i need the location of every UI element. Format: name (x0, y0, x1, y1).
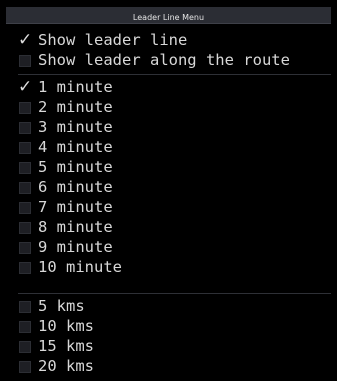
checkbox-empty-icon[interactable] (19, 102, 31, 114)
checkbox-empty-icon[interactable] (19, 122, 31, 134)
checkbox-empty-icon[interactable] (19, 242, 31, 254)
menu-item-label: 20 kms (38, 357, 94, 375)
checkbox-empty-icon[interactable] (19, 321, 31, 333)
menu-item[interactable]: 2 minute (14, 97, 334, 117)
checkbox-empty-icon[interactable] (19, 301, 31, 313)
checkbox-empty-icon[interactable] (19, 142, 31, 154)
menu-item[interactable]: 4 minute (14, 137, 334, 157)
menu-item-label: 15 kms (38, 337, 94, 355)
menu-item-label: 10 minute (38, 258, 122, 276)
menu-item[interactable]: 8 minute (14, 217, 334, 237)
menu-item[interactable]: 20 kms (14, 356, 334, 376)
menu-item[interactable]: 15 kms (14, 336, 334, 356)
menu-item[interactable]: 10 kms (14, 316, 334, 336)
menu-item[interactable]: ✓ Show leader line (14, 30, 334, 50)
menu-title-bar: Leader Line Menu (6, 7, 331, 24)
menu-item-label: 8 minute (38, 218, 113, 236)
menu-item[interactable]: 9 minute (14, 237, 334, 257)
menu-item-label: Show leader along the route (38, 51, 290, 69)
checkbox-empty-icon[interactable] (19, 222, 31, 234)
checkbox-empty-icon[interactable] (19, 182, 31, 194)
menu-item-label: 7 minute (38, 198, 113, 216)
menu-item-label: 4 minute (38, 138, 113, 156)
menu-item[interactable]: 5 minute (14, 157, 334, 177)
menu-item[interactable]: ✓ 1 minute (14, 77, 334, 97)
menu-item-label: 2 minute (38, 98, 113, 116)
menu-item-label: 3 minute (38, 118, 113, 136)
menu-item[interactable]: 7 minute (14, 197, 334, 217)
menu-separator (18, 293, 331, 294)
menu-item-label: Show leader line (38, 31, 188, 49)
checkmark-icon: ✓ (18, 30, 33, 50)
menu-item-label: 5 minute (38, 158, 113, 176)
menu-item-label: 5 kms (38, 297, 85, 315)
checkmark-icon: ✓ (18, 77, 33, 97)
menu-item-label: 9 minute (38, 238, 113, 256)
checkbox-empty-icon[interactable] (19, 55, 31, 67)
checkbox-empty-icon[interactable] (19, 341, 31, 353)
checkbox-empty-icon[interactable] (19, 162, 31, 174)
checkbox-empty-icon[interactable] (19, 202, 31, 214)
menu-item[interactable]: 10 minute (14, 257, 334, 277)
menu-item[interactable]: 3 minute (14, 117, 334, 137)
menu-separator (18, 74, 331, 75)
menu-item[interactable]: Show leader along the route (14, 50, 334, 70)
menu-title: Leader Line Menu (132, 13, 205, 22)
menu-item-label: 6 minute (38, 178, 113, 196)
checkbox-empty-icon[interactable] (19, 262, 31, 274)
menu-item[interactable]: 5 kms (14, 296, 334, 316)
checkbox-empty-icon[interactable] (19, 361, 31, 373)
menu-item-label: 10 kms (38, 317, 94, 335)
leader-line-menu: Leader Line Menu ✓ Show leader line Show l… (0, 0, 337, 381)
menu-item[interactable]: 6 minute (14, 177, 334, 197)
menu-item-label: 1 minute (38, 78, 113, 96)
